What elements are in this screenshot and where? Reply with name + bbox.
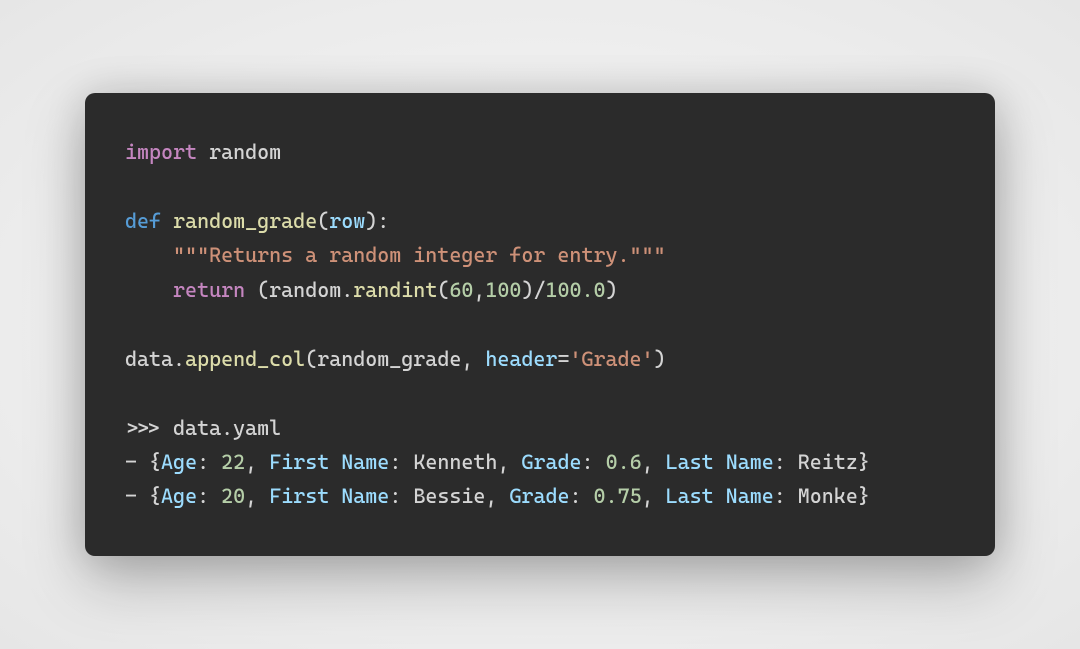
comma: ,: [245, 450, 269, 474]
comma: ,: [461, 347, 485, 371]
yaml-key-grade: Grade: [509, 484, 569, 508]
arg-random-grade: random_grade: [317, 347, 461, 371]
paren-close: ): [606, 278, 618, 302]
num-60: 60: [449, 278, 473, 302]
func-name: random_grade: [173, 209, 317, 233]
kw-import: import: [125, 140, 197, 164]
yaml-val-firstname: Bessie: [413, 484, 485, 508]
mod-random: random: [197, 140, 281, 164]
equals: =: [557, 347, 569, 371]
paren-open: (: [437, 278, 449, 302]
yaml-row-open: - {: [125, 484, 161, 508]
paren-open: (: [257, 278, 269, 302]
space: [245, 278, 257, 302]
code-block: import random def random_grade(row): """…: [85, 93, 995, 556]
yaml-key-firstname: First Name: [269, 484, 389, 508]
yaml-row-close: }: [858, 450, 870, 474]
comma: ,: [642, 450, 666, 474]
num-100f: 100.0: [545, 278, 605, 302]
colon: :: [582, 450, 606, 474]
yaml-val-age: 20: [221, 484, 245, 508]
docstring: """Returns a random integer for entry.""…: [173, 243, 665, 267]
paren-open: (: [305, 347, 317, 371]
yaml-row-close: }: [858, 484, 870, 508]
attr-yaml: yaml: [233, 416, 281, 440]
colon: :: [570, 484, 594, 508]
dot: .: [341, 278, 353, 302]
yaml-val-firstname: Kenneth: [413, 450, 497, 474]
func-randint: randint: [353, 278, 437, 302]
indent: [125, 243, 173, 267]
comma: ,: [245, 484, 269, 508]
paren-close-div: )/: [521, 278, 545, 302]
paren-close: ):: [365, 209, 389, 233]
yaml-key-age: Age: [161, 450, 197, 474]
paren-close: ): [654, 347, 666, 371]
dot: .: [173, 347, 185, 371]
indent: [125, 278, 173, 302]
comma: ,: [497, 450, 521, 474]
comma: ,: [473, 278, 485, 302]
yaml-key-firstname: First Name: [269, 450, 389, 474]
yaml-key-age: Age: [161, 484, 197, 508]
kwarg-header: header: [485, 347, 557, 371]
yaml-val-grade: 0.75: [594, 484, 642, 508]
yaml-row-open: - {: [125, 450, 161, 474]
comma: ,: [485, 484, 509, 508]
yaml-val-lastname: Reitz: [798, 450, 858, 474]
dot: .: [221, 416, 233, 440]
ident-data: data: [125, 347, 173, 371]
yaml-key-grade: Grade: [521, 450, 581, 474]
yaml-val-age: 22: [221, 450, 245, 474]
num-100: 100: [485, 278, 521, 302]
repl-prompt: >>>: [125, 416, 173, 440]
comma: ,: [642, 484, 666, 508]
stage: import random def random_grade(row): """…: [0, 0, 1080, 649]
paren-open: (: [317, 209, 329, 233]
ident-data: data: [173, 416, 221, 440]
space: [161, 209, 173, 233]
kw-def: def: [125, 209, 161, 233]
colon: :: [197, 450, 221, 474]
func-append-col: append_col: [185, 347, 305, 371]
ident-random: random: [269, 278, 341, 302]
colon: :: [774, 484, 798, 508]
str-grade: 'Grade': [569, 347, 653, 371]
param-row: row: [329, 209, 365, 233]
yaml-val-lastname: Monke: [798, 484, 858, 508]
colon: :: [389, 484, 413, 508]
colon: :: [389, 450, 413, 474]
kw-return: return: [173, 278, 245, 302]
yaml-key-lastname: Last Name: [666, 484, 774, 508]
colon: :: [197, 484, 221, 508]
yaml-val-grade: 0.6: [606, 450, 642, 474]
colon: :: [774, 450, 798, 474]
yaml-key-lastname: Last Name: [666, 450, 774, 474]
